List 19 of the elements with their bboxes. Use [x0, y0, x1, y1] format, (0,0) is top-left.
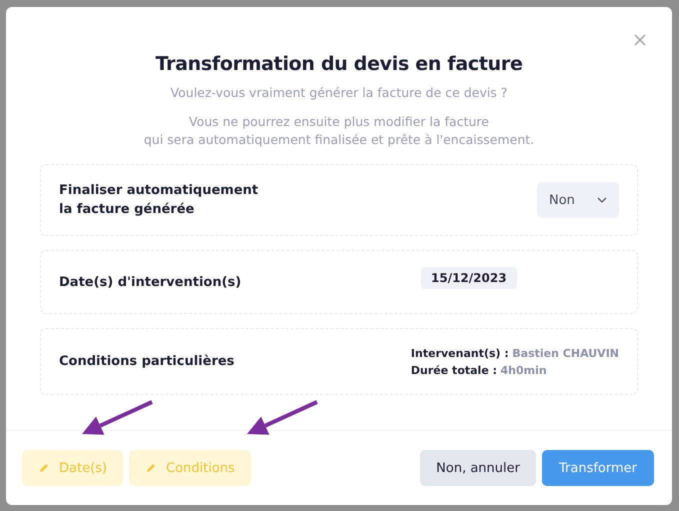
pencil-icon — [38, 462, 50, 474]
dialog-subtitle: Voulez-vous vraiment générer la facture de ce devis ? — [170, 85, 508, 100]
dialog-title: Transformation du devis en facture — [155, 53, 523, 75]
field-label: Date(s) d'intervention(s) — [59, 274, 242, 292]
detail-line: Intervenant(s) : Bastien CHAUVIN — [410, 346, 619, 362]
close-button[interactable] — [634, 34, 646, 46]
dialog-message: Vous ne pourrez ensuite plus modifier la facture qui sera automatiquement finalisée et prête à l'encaissement. — [144, 113, 534, 149]
annotation-arrow — [247, 400, 318, 435]
edit-button[interactable]: Date(s) — [22, 450, 123, 486]
edit-button[interactable]: Conditions — [129, 450, 251, 486]
date-badge: 15/12/2023 — [421, 267, 517, 289]
transform-button[interactable]: Transformer — [542, 450, 654, 486]
annotation-arrow — [82, 400, 153, 435]
cancel-button[interactable]: Non, annuler — [420, 450, 536, 486]
finalize-dropdown[interactable]: Non — [537, 182, 619, 218]
chevron-down-icon — [597, 197, 607, 203]
field-label: Finaliser automatiquement la facture générée — [59, 182, 258, 219]
pencil-icon — [145, 462, 157, 474]
detail-line: Durée totale : 4h0min — [410, 362, 548, 378]
